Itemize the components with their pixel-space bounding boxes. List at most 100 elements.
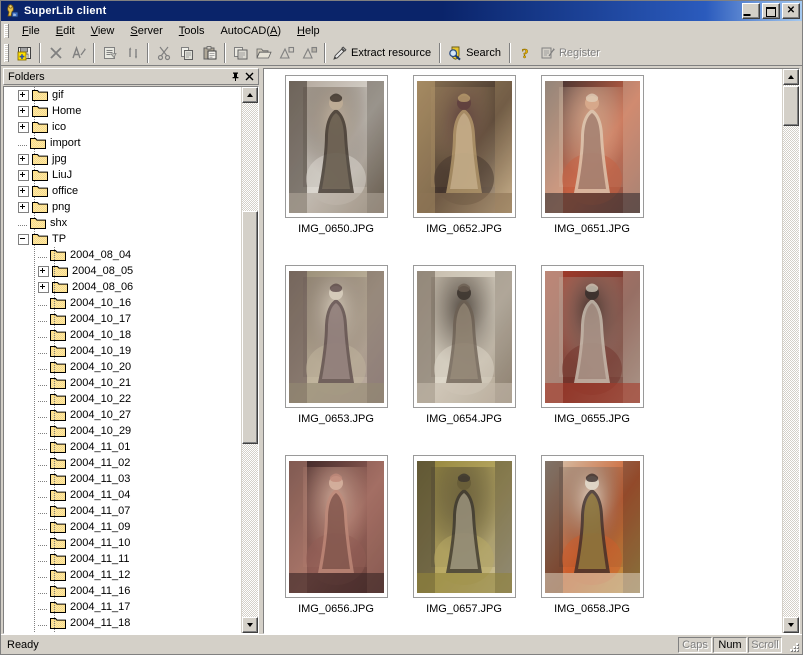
tree-toggle-plus-icon[interactable] bbox=[38, 266, 49, 277]
register-button[interactable]: Register bbox=[537, 42, 605, 64]
folders-scroll-thumb[interactable] bbox=[242, 211, 258, 444]
thumbnail-item[interactable]: IMG_0658.JPG bbox=[528, 455, 656, 633]
properties-button[interactable] bbox=[98, 42, 121, 64]
tree-item-2004_10_20[interactable]: 2004_10_20 bbox=[4, 359, 241, 375]
copy-button[interactable] bbox=[175, 42, 198, 64]
folder-icon bbox=[30, 136, 46, 150]
menu-file[interactable]: File bbox=[14, 23, 48, 39]
tree-item-2004_11_17[interactable]: 2004_11_17 bbox=[4, 599, 241, 615]
save-button[interactable] bbox=[13, 42, 36, 64]
tree-item-2004_11_09[interactable]: 2004_11_09 bbox=[4, 519, 241, 535]
tree-item-home[interactable]: Home bbox=[4, 103, 241, 119]
tree-toggle-plus-icon[interactable] bbox=[18, 122, 29, 133]
close-icon[interactable] bbox=[242, 70, 256, 84]
thumbnail-frame bbox=[285, 265, 388, 408]
content-scroll-up-button[interactable] bbox=[783, 69, 799, 85]
resize-grip-icon[interactable] bbox=[785, 638, 799, 652]
tree-toggle-plus-icon[interactable] bbox=[18, 202, 29, 213]
thumbnail-item[interactable]: IMG_0651.JPG bbox=[528, 75, 656, 265]
content-scrollbar[interactable] bbox=[782, 69, 799, 633]
tree-item-2004_10_19[interactable]: 2004_10_19 bbox=[4, 343, 241, 359]
refresh-button[interactable] bbox=[121, 42, 144, 64]
open-folder-button[interactable] bbox=[252, 42, 275, 64]
thumbnail-item[interactable]: IMG_0655.JPG bbox=[528, 265, 656, 455]
menu-edit[interactable]: Edit bbox=[48, 23, 83, 39]
tree-item-png[interactable]: png bbox=[4, 199, 241, 215]
tree-item-2004_10_27[interactable]: 2004_10_27 bbox=[4, 407, 241, 423]
tree-item-import[interactable]: import bbox=[4, 135, 241, 151]
folders-scroll-up-button[interactable] bbox=[242, 87, 258, 103]
tree-item-2004_11_18[interactable]: 2004_11_18 bbox=[4, 615, 241, 631]
tree-toggle-plus-icon[interactable] bbox=[38, 282, 49, 293]
thumbnail-item[interactable]: IMG_0654.JPG bbox=[400, 265, 528, 455]
tree-item-2004_11_02[interactable]: 2004_11_02 bbox=[4, 455, 241, 471]
tree-item-2004_10_18[interactable]: 2004_10_18 bbox=[4, 327, 241, 343]
tree-item-tp[interactable]: TP bbox=[4, 231, 241, 247]
tree-toggle-plus-icon[interactable] bbox=[18, 186, 29, 197]
menu-view[interactable]: View bbox=[83, 23, 123, 39]
menu-tools[interactable]: Tools bbox=[171, 23, 213, 39]
tree-toggle-plus-icon[interactable] bbox=[18, 154, 29, 165]
folders-scrollbar[interactable] bbox=[241, 87, 258, 633]
content-scroll-down-button[interactable] bbox=[783, 617, 799, 633]
thumbnail-grid[interactable]: IMG_0650.JPGIMG_0652.JPGIMG_0651.JPGIMG_… bbox=[264, 69, 782, 633]
menu-autocad[interactable]: AutoCAD(A) bbox=[212, 23, 289, 39]
tree-item-gif[interactable]: gif bbox=[4, 87, 241, 103]
tree-item-2004_10_29[interactable]: 2004_10_29 bbox=[4, 423, 241, 439]
menu-grip[interactable] bbox=[4, 24, 9, 38]
import-button[interactable] bbox=[298, 42, 321, 64]
tree-item-2004_11_11[interactable]: 2004_11_11 bbox=[4, 551, 241, 567]
tree-item-2004_11_12[interactable]: 2004_11_12 bbox=[4, 567, 241, 583]
folders-tree[interactable]: gifHomeicoimportjpgLiuJofficepngshxTP200… bbox=[4, 87, 241, 633]
close-button[interactable]: ✕ bbox=[782, 3, 800, 19]
copy-to-button[interactable] bbox=[229, 42, 252, 64]
help-button[interactable]: ? bbox=[514, 42, 537, 64]
tree-toggle-plus-icon[interactable] bbox=[18, 90, 29, 101]
cut-button[interactable] bbox=[152, 42, 175, 64]
tree-toggle-minus-icon[interactable] bbox=[18, 234, 29, 245]
thumbnail-item[interactable]: IMG_0650.JPG bbox=[272, 75, 400, 265]
folders-scroll-down-button[interactable] bbox=[242, 617, 258, 633]
tree-item-2004_08_04[interactable]: 2004_08_04 bbox=[4, 247, 241, 263]
tree-item-2004_11_03[interactable]: 2004_11_03 bbox=[4, 471, 241, 487]
maximize-button[interactable] bbox=[762, 3, 780, 19]
minimize-button[interactable] bbox=[742, 3, 760, 19]
tree-item-2004_10_22[interactable]: 2004_10_22 bbox=[4, 391, 241, 407]
tree-item-2004_10_16[interactable]: 2004_10_16 bbox=[4, 295, 241, 311]
tree-item-2004_11_04[interactable]: 2004_11_04 bbox=[4, 487, 241, 503]
folder-icon bbox=[50, 360, 66, 374]
tree-item-2004_10_17[interactable]: 2004_10_17 bbox=[4, 311, 241, 327]
content-scroll-thumb[interactable] bbox=[783, 86, 799, 126]
tree-item-shx[interactable]: shx bbox=[4, 215, 241, 231]
paste-button[interactable] bbox=[198, 42, 221, 64]
menu-help[interactable]: Help bbox=[289, 23, 328, 39]
thumbnail-item[interactable]: IMG_0656.JPG bbox=[272, 455, 400, 633]
tree-item-liuj[interactable]: LiuJ bbox=[4, 167, 241, 183]
pin-icon[interactable] bbox=[228, 70, 242, 84]
tree-item-2004_11_07[interactable]: 2004_11_07 bbox=[4, 503, 241, 519]
tree-item-ico[interactable]: ico bbox=[4, 119, 241, 135]
rename-button[interactable] bbox=[67, 42, 90, 64]
tree-toggle-spacer bbox=[38, 557, 47, 562]
export-button[interactable] bbox=[275, 42, 298, 64]
tree-item-2004_08_05[interactable]: 2004_08_05 bbox=[4, 263, 241, 279]
menu-server[interactable]: Server bbox=[122, 23, 170, 39]
thumbnail-item[interactable]: IMG_0652.JPG bbox=[400, 75, 528, 265]
tree-item-2004_11_16[interactable]: 2004_11_16 bbox=[4, 583, 241, 599]
tree-item-2004_11_10[interactable]: 2004_11_10 bbox=[4, 535, 241, 551]
extract-resource-button[interactable]: Extract resource bbox=[329, 42, 436, 64]
tree-toggle-plus-icon[interactable] bbox=[18, 170, 29, 181]
tree-item-2004_11_01[interactable]: 2004_11_01 bbox=[4, 439, 241, 455]
search-button[interactable]: Search bbox=[444, 42, 506, 64]
tree-item-2004_08_06[interactable]: 2004_08_06 bbox=[4, 279, 241, 295]
window-controls: ✕ bbox=[742, 3, 800, 19]
tree-toggle-spacer bbox=[38, 349, 47, 354]
toolbar-grip[interactable] bbox=[4, 44, 9, 62]
tree-toggle-plus-icon[interactable] bbox=[18, 106, 29, 117]
tree-item-office[interactable]: office bbox=[4, 183, 241, 199]
thumbnail-item[interactable]: IMG_0657.JPG bbox=[400, 455, 528, 633]
tree-item-jpg[interactable]: jpg bbox=[4, 151, 241, 167]
tree-item-2004_10_21[interactable]: 2004_10_21 bbox=[4, 375, 241, 391]
delete-button[interactable] bbox=[44, 42, 67, 64]
thumbnail-item[interactable]: IMG_0653.JPG bbox=[272, 265, 400, 455]
